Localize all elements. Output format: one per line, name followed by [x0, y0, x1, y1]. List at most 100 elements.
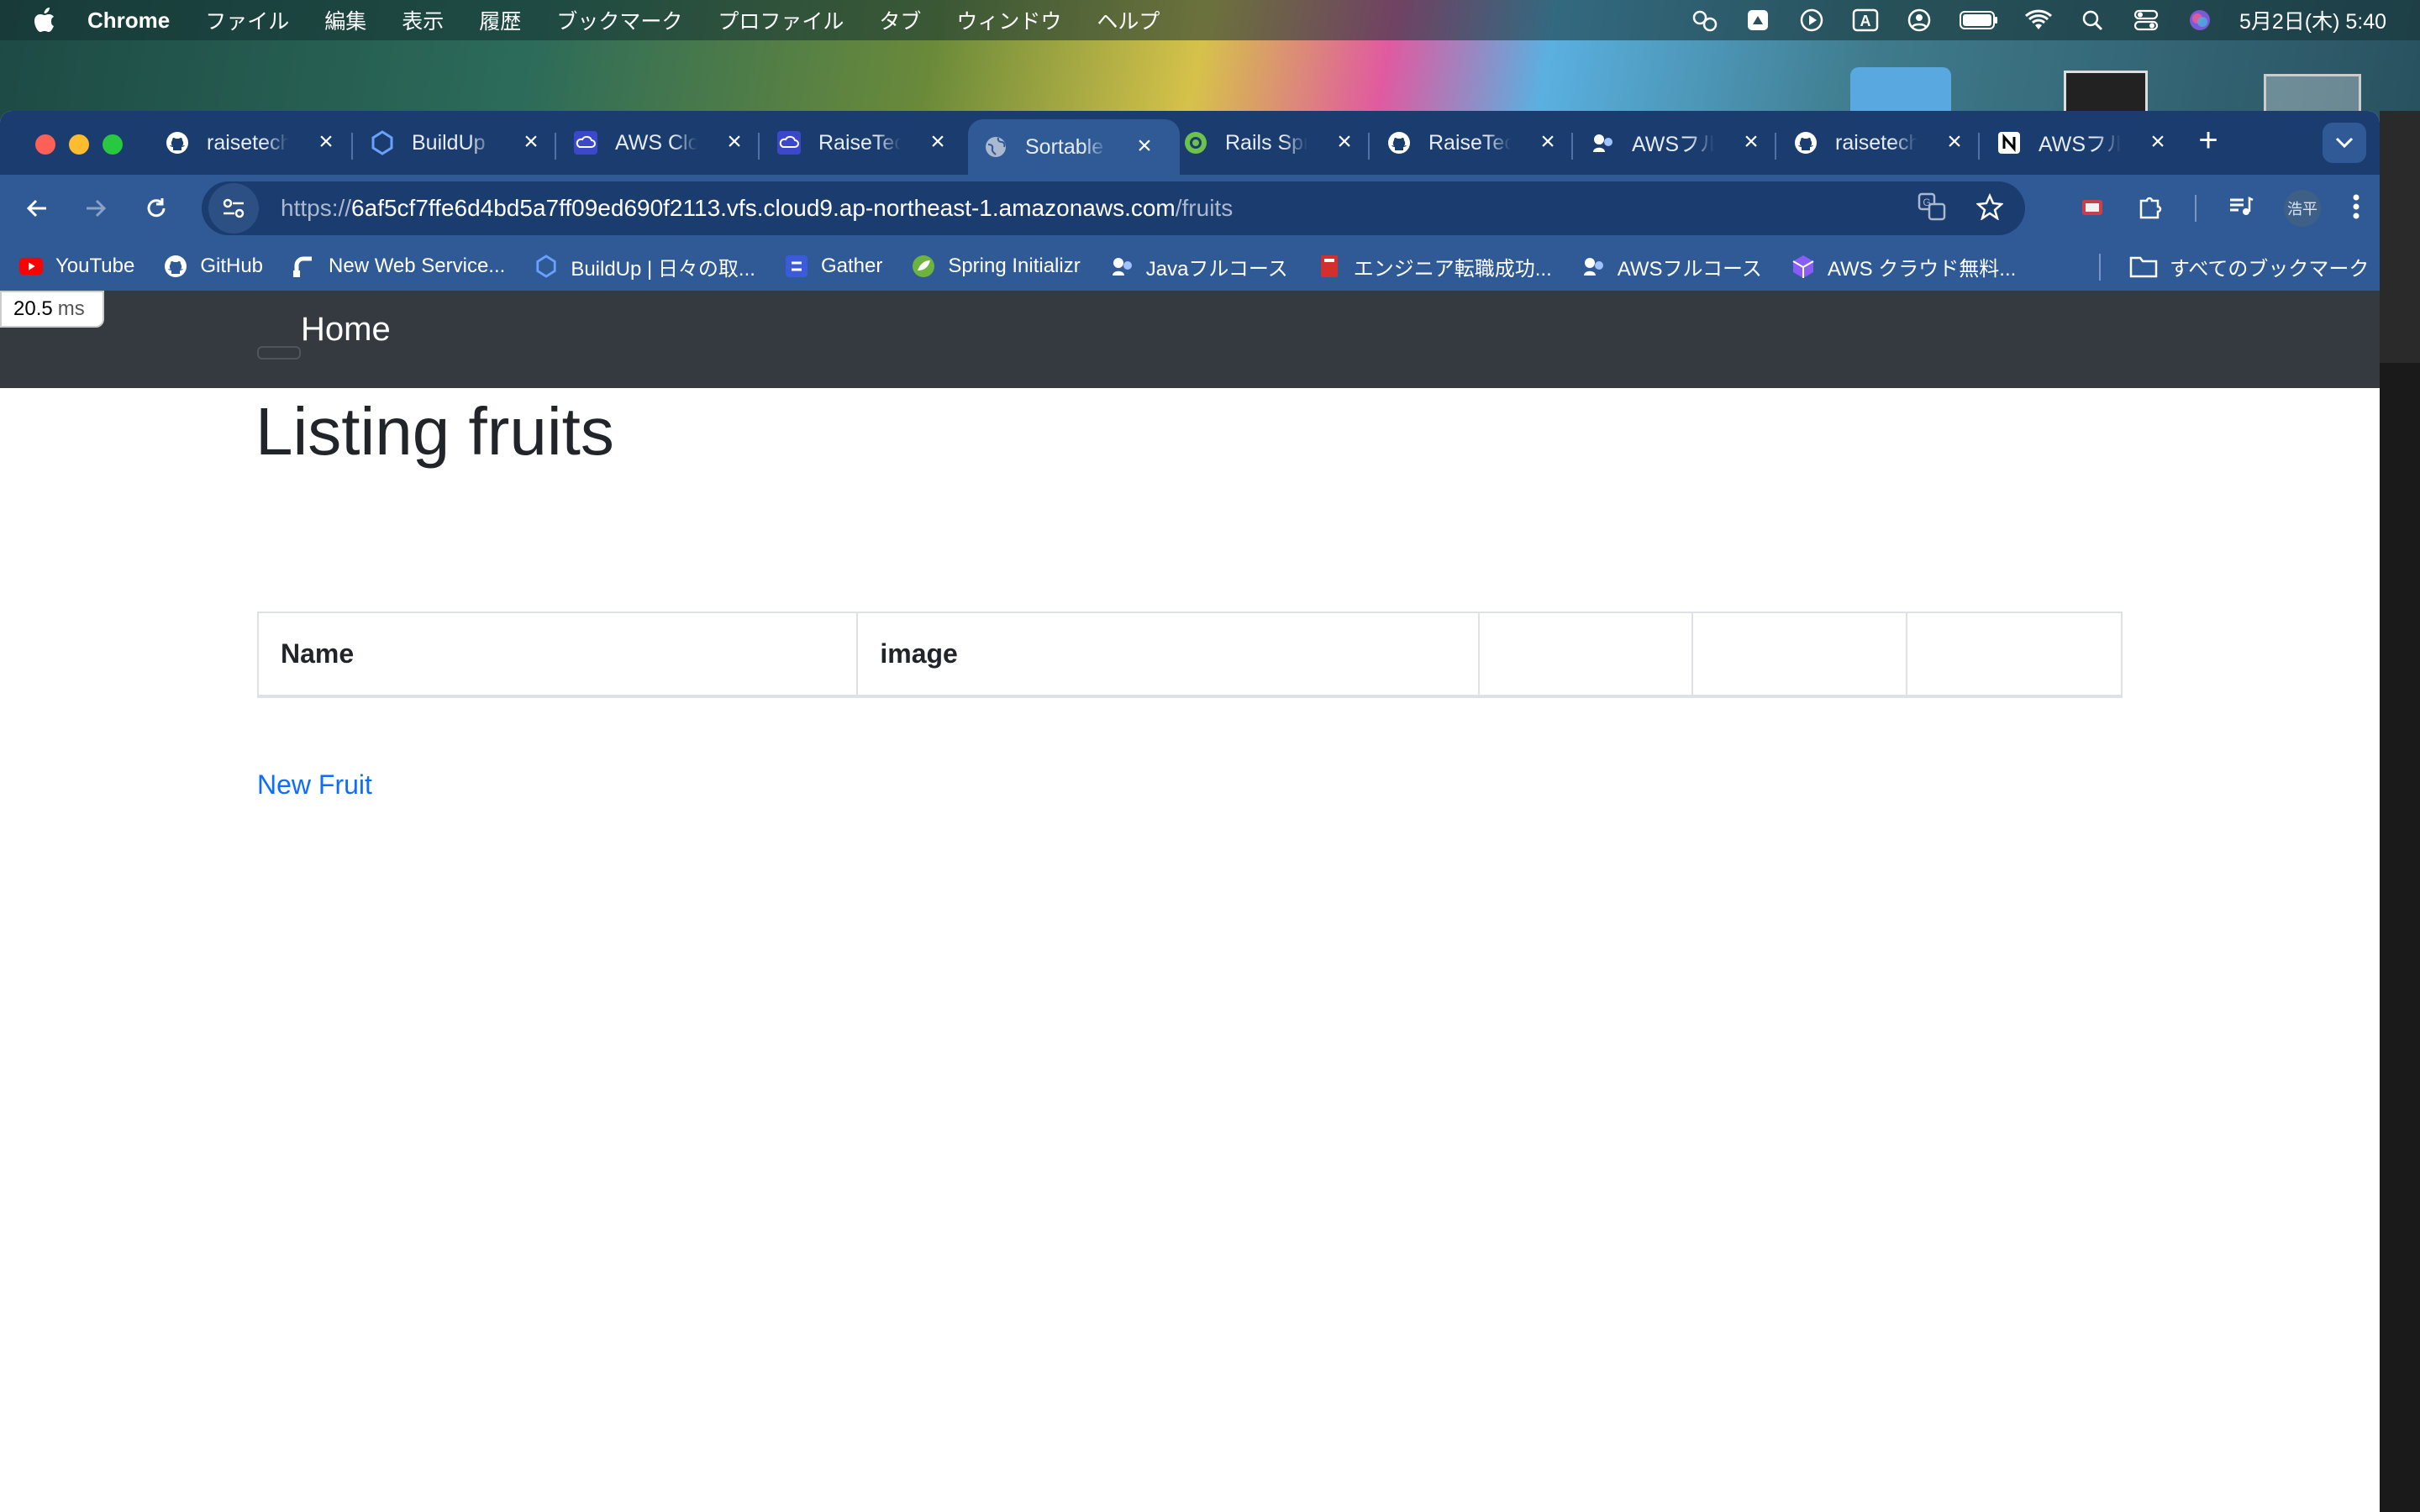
spotlight-search-icon[interactable]: [2078, 8, 2107, 33]
tab-close-icon[interactable]: ×: [1943, 129, 1966, 155]
tab-close-icon[interactable]: ×: [1739, 129, 1763, 155]
menu-view[interactable]: 表示: [402, 5, 444, 35]
profile-avatar[interactable]: 浩平: [2284, 190, 2321, 227]
bookmark-item[interactable]: BuildUp | 日々の取...: [534, 252, 755, 281]
github-icon: [1793, 130, 1818, 155]
cube-icon: [1791, 254, 1816, 279]
aws-course-icon: [1590, 130, 1615, 155]
new-fruit-link[interactable]: New Fruit: [257, 769, 372, 801]
menu-tab[interactable]: タブ: [879, 5, 921, 35]
desktop-window-thumbnail[interactable]: [2064, 71, 2148, 111]
bookmark-star-icon[interactable]: [1975, 192, 2004, 224]
menu-help[interactable]: ヘルプ: [1097, 5, 1160, 35]
app-name-menu[interactable]: Chrome: [87, 8, 170, 34]
tab[interactable]: Rails Spr ×: [1183, 119, 1356, 166]
new-tab-button[interactable]: +: [2191, 123, 2225, 158]
tab[interactable]: AWS Clo ×: [573, 119, 746, 166]
extension-puzzle-app-icon[interactable]: [2079, 193, 2106, 224]
bookmark-item[interactable]: AWS クラウド無料...: [1791, 252, 2016, 281]
buildup-icon: [370, 130, 395, 155]
extensions-icon[interactable]: [2136, 192, 2165, 225]
tab-strip: raisetech × BuildUp × AWS Clo × RaiseTec…: [0, 111, 2380, 175]
forward-button[interactable]: [77, 190, 114, 227]
tab[interactable]: raisetech ×: [165, 119, 338, 166]
bookmark-item[interactable]: Javaフルコース: [1109, 252, 1288, 281]
table-header-row: Name image: [256, 612, 2123, 698]
control-center-icon[interactable]: [2132, 8, 2160, 33]
menu-window[interactable]: ウィンドウ: [956, 5, 1061, 35]
wifi-icon[interactable]: [2024, 8, 2053, 33]
menu-history[interactable]: 履歴: [479, 5, 521, 35]
tab[interactable]: AWSフル ×: [1590, 119, 1763, 166]
perf-timing-badge: 20.5 ms: [0, 291, 104, 328]
aws-cloud9-icon: [573, 130, 598, 155]
window-zoom-button[interactable]: [103, 134, 123, 155]
play-circle-icon[interactable]: [1797, 8, 1826, 33]
tab[interactable]: raisetech ×: [1793, 119, 1966, 166]
screenshot-app-icon[interactable]: [1744, 8, 1772, 33]
macos-menu-bar: Chrome ファイル 編集 表示 履歴 ブックマーク プロファイル タブ ウィ…: [0, 0, 2420, 40]
bookmark-item[interactable]: YouTube: [18, 254, 134, 279]
spring-icon: [911, 254, 936, 279]
bookmark-item[interactable]: GitHub: [163, 254, 263, 279]
rails-icon: [1183, 130, 1208, 155]
tab-close-icon[interactable]: ×: [1536, 129, 1560, 155]
tab-search-button[interactable]: [2323, 123, 2366, 163]
globe-icon: [983, 134, 1008, 160]
input-source-icon[interactable]: A: [1851, 8, 1880, 33]
window-close-button[interactable]: [35, 134, 55, 155]
menu-edit[interactable]: 編集: [324, 5, 366, 35]
omnibox-actions: G: [1918, 192, 2004, 225]
home-link[interactable]: Home: [301, 311, 391, 349]
siri-icon[interactable]: [2186, 8, 2214, 33]
desktop-folder-icon[interactable]: [1850, 67, 1951, 111]
tab-close-icon[interactable]: ×: [926, 129, 950, 155]
tab-close-icon[interactable]: ×: [2146, 129, 2170, 155]
book-icon: [1317, 254, 1342, 279]
media-control-icon[interactable]: [2227, 193, 2254, 224]
tab[interactable]: AWSフル ×: [1996, 119, 2170, 166]
all-bookmarks-button[interactable]: すべてのブックマーク: [2129, 242, 2369, 291]
tab-close-icon[interactable]: ×: [723, 129, 746, 155]
bookmark-item[interactable]: AWSフルコース: [1581, 252, 1762, 281]
bookmark-item[interactable]: エンジニア転職成功...: [1317, 252, 1552, 281]
battery-icon[interactable]: [1959, 8, 1999, 33]
tab-close-icon[interactable]: ×: [1333, 129, 1356, 155]
user-account-icon[interactable]: [1905, 8, 1933, 33]
weather-icon[interactable]: [1690, 8, 1718, 33]
tab-separator: [1571, 133, 1573, 160]
address-bar[interactable]: https://6af5cf7ffe6d4bd5a7ff09ed690f2113…: [202, 181, 2025, 235]
back-button[interactable]: [18, 190, 55, 227]
menu-bookmarks[interactable]: ブックマーク: [556, 5, 682, 35]
tab[interactable]: RaiseTec ×: [776, 119, 950, 166]
url-path: /fruits: [1175, 195, 1234, 221]
java-course-icon: [1109, 254, 1134, 279]
bookmark-item[interactable]: New Web Service...: [292, 254, 505, 279]
reload-button[interactable]: [138, 190, 175, 227]
tab-separator: [1775, 133, 1776, 160]
tab-active[interactable]: Sortable ×: [968, 119, 1180, 175]
desktop-window-thumbnail[interactable]: [2264, 74, 2361, 111]
bookmark-item[interactable]: Spring Initializr: [911, 254, 1081, 279]
tab-close-icon[interactable]: ×: [1133, 134, 1156, 159]
navbar-toggler-button[interactable]: [257, 346, 301, 360]
more-menu-icon[interactable]: [2351, 192, 2361, 225]
bookmark-item[interactable]: Gather: [784, 254, 882, 279]
tab[interactable]: BuildUp ×: [370, 119, 543, 166]
window-minimize-button[interactable]: [69, 134, 89, 155]
url-scheme: https://: [281, 195, 352, 221]
translate-icon[interactable]: G: [1918, 192, 1946, 225]
site-info-icon[interactable]: [208, 183, 259, 234]
apple-menu-icon[interactable]: [34, 8, 59, 33]
tab-separator: [1978, 133, 1980, 160]
tab-separator: [351, 133, 353, 160]
clock-datetime[interactable]: 5月2日(木) 5:40: [2239, 5, 2386, 35]
aws-cloud9-icon: [776, 130, 802, 155]
svg-text:G: G: [1923, 197, 1930, 208]
url-text[interactable]: https://6af5cf7ffe6d4bd5a7ff09ed690f2113…: [281, 195, 1233, 222]
tab-close-icon[interactable]: ×: [519, 129, 543, 155]
menu-profile[interactable]: プロファイル: [718, 5, 844, 35]
tab-close-icon[interactable]: ×: [314, 129, 338, 155]
menu-file[interactable]: ファイル: [205, 5, 289, 35]
tab[interactable]: RaiseTec ×: [1386, 119, 1560, 166]
